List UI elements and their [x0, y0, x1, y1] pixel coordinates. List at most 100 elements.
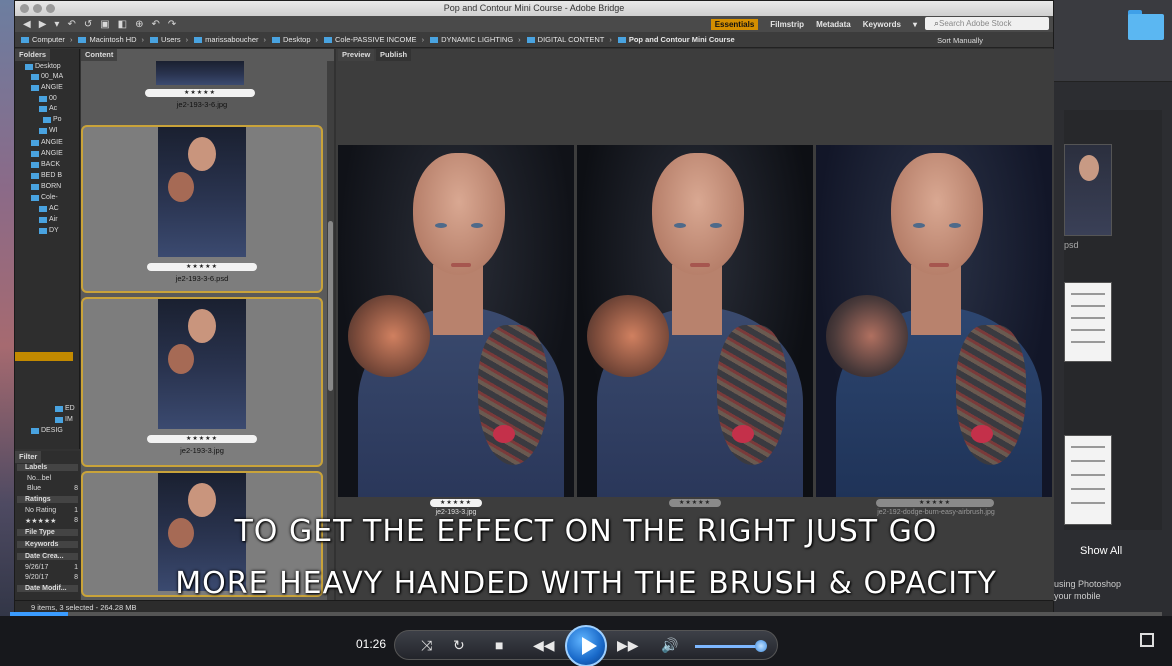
preview-image[interactable] — [338, 145, 574, 497]
workspace-essentials[interactable]: Essentials — [710, 18, 759, 30]
previous-icon[interactable]: ◀◀ — [533, 637, 555, 654]
boomerang-icon[interactable]: ↺ — [84, 19, 92, 30]
breadcrumb-item[interactable]: Pop and Contour Mini Course — [612, 35, 735, 44]
background-thumbnail[interactable] — [1064, 144, 1112, 236]
tab-publish[interactable]: Publish — [376, 49, 412, 61]
content-item-selected[interactable]: ★★★★★ je2-193-3.jpg — [81, 297, 323, 467]
tab-content[interactable]: Content — [81, 49, 118, 61]
folder-tree-label: WI — [49, 127, 58, 134]
content-item-selected[interactable]: ★★★★★ je2-193-3-6.psd — [81, 125, 323, 293]
folder-tree-item[interactable]: ANGIE — [31, 150, 63, 157]
tab-preview[interactable]: Preview — [338, 49, 375, 61]
create-icon[interactable]: ⊕ — [135, 19, 143, 30]
folder-tree-item[interactable]: IM — [55, 416, 73, 423]
preview-image[interactable] — [816, 145, 1052, 497]
filter-ratings-heading[interactable]: Ratings — [17, 496, 78, 503]
folder-tree-item[interactable]: WI — [39, 127, 58, 134]
folder-tree-item[interactable]: DESIG — [31, 427, 63, 434]
camera-icon[interactable]: ▣ — [100, 19, 109, 30]
folder-tree-label: ANGIE — [41, 150, 63, 157]
chevron-down-icon[interactable]: ▾ — [54, 19, 59, 30]
filter-label-item[interactable]: No...bel — [17, 475, 78, 482]
filter-rating-count: 1 — [74, 507, 78, 514]
folder-icon — [31, 73, 39, 80]
breadcrumb-item[interactable]: Macintosh HD › — [72, 35, 144, 44]
folder-icon — [150, 36, 159, 43]
rating-stars[interactable]: ★★★★★ — [669, 499, 721, 507]
workspace-menu-chevron-icon[interactable]: ▾ — [913, 20, 917, 29]
fullscreen-icon[interactable] — [1140, 633, 1154, 647]
folder-icon — [324, 36, 333, 43]
breadcrumb-item[interactable]: Desktop › — [266, 35, 318, 44]
selected-folder-row[interactable] — [15, 352, 73, 361]
workspace-keywords[interactable]: Keywords — [863, 20, 901, 29]
breadcrumb-item[interactable]: DYNAMIC LIGHTING › — [424, 35, 521, 44]
undo-icon[interactable]: ↶ — [152, 19, 160, 30]
home-icon — [194, 36, 203, 43]
folder-tree-item[interactable]: 00 — [39, 95, 57, 102]
back-arrow-icon[interactable]: ◀ — [23, 19, 31, 30]
preview-image[interactable] — [577, 145, 813, 497]
title-bar[interactable]: Pop and Contour Mini Course - Adobe Brid… — [15, 1, 1053, 16]
tab-filter[interactable]: Filter — [15, 451, 42, 463]
breadcrumb-item[interactable]: marissaboucher › — [188, 35, 266, 44]
content-item[interactable]: ★★★★★ je2-193-3-6.jpg — [81, 61, 323, 115]
redo-icon[interactable]: ↷ — [168, 19, 176, 30]
rating-stars[interactable]: ★★★★★ — [876, 499, 994, 507]
toolbar: ◀ ▶ ▾ ↶ ↺ ▣ ◧ ⊕ ↶ ↷ Essentials Filmstrip… — [15, 16, 1053, 32]
folder-tree-item[interactable]: 00_MA — [31, 73, 63, 80]
breadcrumb-label: Users — [161, 35, 181, 44]
rating-stars[interactable]: ★★★★★ — [147, 435, 257, 443]
background-document-thumbnail[interactable] — [1064, 435, 1112, 525]
folder-tree-item[interactable]: Ac — [39, 105, 57, 112]
stop-icon[interactable]: ■ — [495, 637, 503, 653]
rating-stars[interactable]: ★★★★★ — [147, 263, 257, 271]
folder-tree-item[interactable]: BORN — [31, 183, 61, 190]
folder-tree-item[interactable]: BACK — [31, 161, 60, 168]
search-input[interactable]: Search Adobe Stock — [925, 17, 1049, 30]
folder-tree-item[interactable]: DY — [39, 227, 59, 234]
filter-rating-item[interactable]: No Rating 1 — [17, 507, 78, 514]
rating-stars[interactable]: ★★★★★ — [145, 89, 255, 97]
folder-tree-item[interactable]: Cole- — [31, 194, 58, 201]
volume-icon[interactable]: 🔊 — [661, 637, 678, 654]
filter-label-item[interactable]: Blue 8 — [17, 485, 78, 492]
workspace-metadata[interactable]: Metadata — [816, 20, 851, 29]
folder-tree-item[interactable]: AC — [39, 205, 59, 212]
folder-tree-item[interactable]: Air — [39, 216, 58, 223]
tab-folders[interactable]: Folders — [15, 49, 51, 61]
folder-tree-item[interactable]: ANGIE — [31, 139, 63, 146]
next-icon[interactable]: ▶▶ — [617, 637, 639, 654]
breadcrumb-item[interactable]: Users › — [144, 35, 188, 44]
volume-slider-knob[interactable] — [755, 640, 767, 652]
folder-tree-item[interactable]: ED — [55, 405, 75, 412]
sort-menu[interactable]: Sort Manually — [937, 36, 983, 45]
volume-slider[interactable] — [695, 645, 761, 648]
breadcrumb-item[interactable]: Cole-PASSIVE INCOME › — [318, 35, 424, 44]
scrollbar-thumb[interactable] — [328, 221, 333, 391]
background-thumbnail-label: psd — [1064, 240, 1079, 250]
folder-icon[interactable] — [1128, 10, 1164, 40]
breadcrumb-label: Computer — [32, 35, 65, 44]
filter-labels-heading[interactable]: Labels — [17, 464, 78, 471]
rating-stars[interactable]: ★★★★★ — [430, 499, 482, 507]
play-button[interactable] — [565, 625, 607, 666]
folder-tree-item[interactable]: Desktop — [25, 63, 61, 70]
background-document-thumbnail[interactable] — [1064, 282, 1112, 362]
folder-tree-item[interactable]: Po — [43, 116, 62, 123]
rotate-left-icon[interactable]: ↶ — [67, 19, 75, 30]
folder-tree-item[interactable]: BED B — [31, 172, 62, 179]
content-thumbnail — [158, 127, 246, 257]
workspace-filmstrip[interactable]: Filmstrip — [770, 20, 804, 29]
breadcrumb-item[interactable]: DIGITAL CONTENT › — [521, 35, 612, 44]
breadcrumb-label: DYNAMIC LIGHTING — [441, 35, 514, 44]
computer-icon — [21, 36, 29, 43]
shuffle-icon[interactable]: ⤨ — [421, 637, 432, 654]
folder-tree-item[interactable]: ANGIE — [31, 84, 63, 91]
repeat-icon[interactable]: ↻ — [453, 637, 465, 654]
folder-tree-label: BED B — [41, 172, 63, 179]
forward-arrow-icon[interactable]: ▶ — [39, 19, 47, 30]
breadcrumb-item[interactable]: Computer › — [15, 35, 72, 44]
refine-icon[interactable]: ◧ — [118, 19, 127, 30]
filter-date-created-heading[interactable]: Date Crea... — [17, 553, 78, 560]
